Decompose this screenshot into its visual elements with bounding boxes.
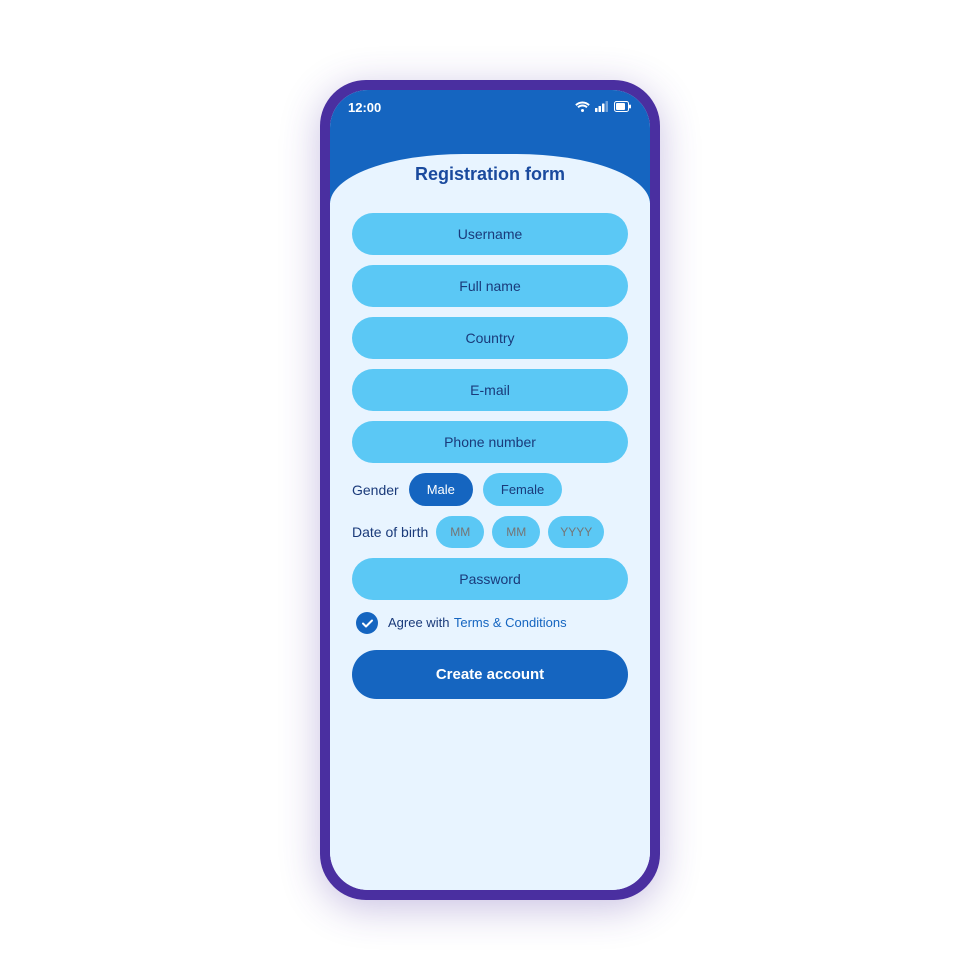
header-wave: Registration form	[330, 123, 650, 203]
fullname-input[interactable]	[352, 265, 628, 307]
password-input[interactable]	[352, 558, 628, 600]
agree-text: Agree with Terms & Conditions	[388, 614, 567, 632]
username-input[interactable]	[352, 213, 628, 255]
gender-female-button[interactable]: Female	[483, 473, 562, 506]
dob-label: Date of birth	[352, 524, 428, 540]
battery-icon	[614, 101, 632, 115]
status-bar: 12:00	[330, 90, 650, 123]
phone-screen: 12:00	[330, 90, 650, 890]
form-content: Gender Male Female Date of birth	[330, 203, 650, 890]
wifi-icon	[575, 101, 590, 115]
form-title: Registration form	[330, 164, 650, 185]
status-icons	[575, 101, 632, 115]
dob-year-input[interactable]	[548, 516, 604, 548]
gender-row: Gender Male Female	[352, 473, 628, 506]
create-account-button[interactable]: Create account	[352, 650, 628, 699]
agree-row: Agree with Terms & Conditions	[352, 610, 628, 636]
email-input[interactable]	[352, 369, 628, 411]
gender-male-button[interactable]: Male	[409, 473, 473, 506]
gender-label: Gender	[352, 482, 399, 498]
dob-row: Date of birth	[352, 516, 628, 548]
dob-day-input[interactable]	[492, 516, 540, 548]
phone-input[interactable]	[352, 421, 628, 463]
terms-checkbox[interactable]	[356, 612, 378, 634]
signal-icon	[595, 101, 609, 115]
country-input[interactable]	[352, 317, 628, 359]
terms-link[interactable]: Terms & Conditions	[454, 615, 567, 630]
dob-month-input[interactable]	[436, 516, 484, 548]
status-time: 12:00	[348, 100, 381, 115]
phone-frame: 12:00	[320, 80, 660, 900]
